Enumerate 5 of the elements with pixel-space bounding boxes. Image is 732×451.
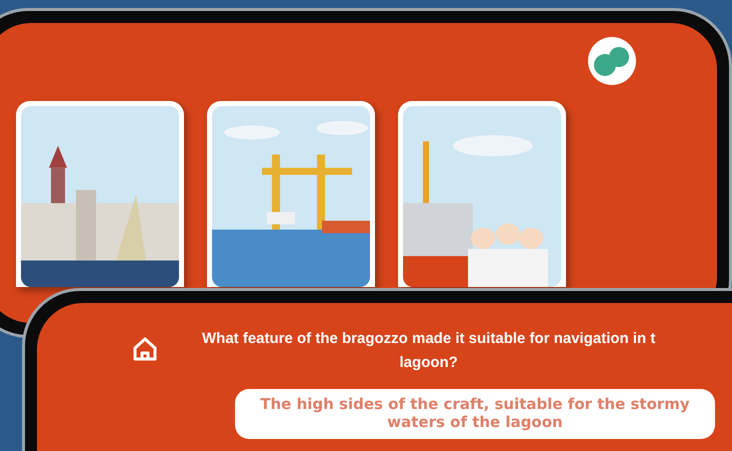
home-icon[interactable]	[132, 337, 158, 361]
answer-option[interactable]: The high sides of the craft, suitable for the stormy waters of the lagoon	[235, 389, 715, 439]
question-text: What feature of the bragozzo made it suitable for navigation in t	[202, 329, 656, 349]
logo-icon	[588, 37, 636, 85]
question-text: lagoon?	[400, 353, 458, 373]
